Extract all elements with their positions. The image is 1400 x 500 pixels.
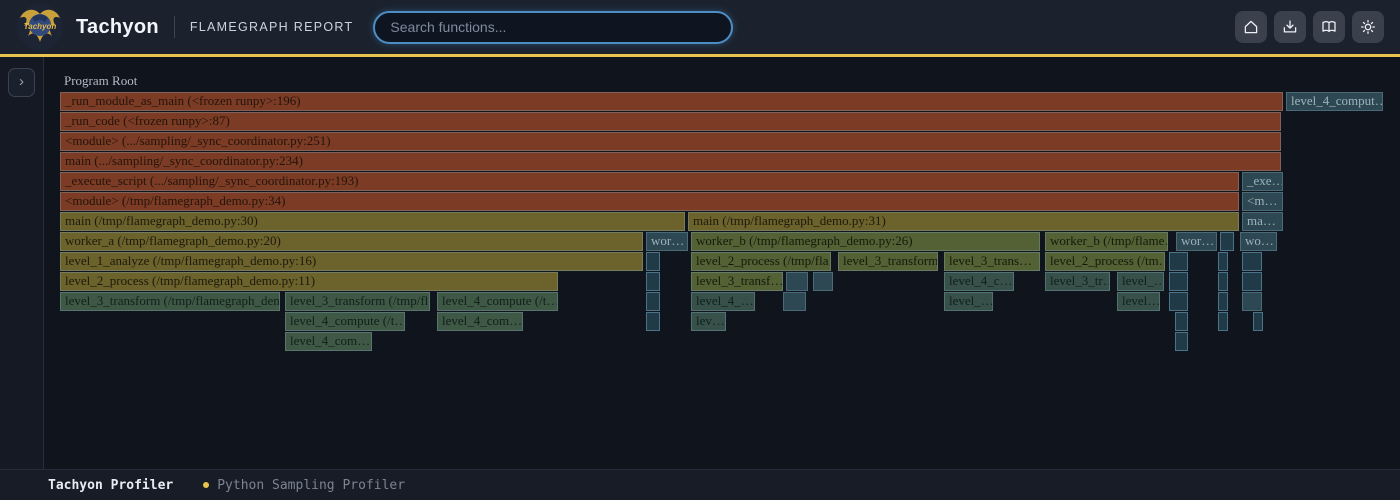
flame-bar[interactable]: level_3_transform (/tmp/fl… (285, 292, 430, 311)
flame-bar[interactable]: main (.../sampling/_sync_coordinator.py:… (60, 152, 1281, 171)
flame-bar[interactable] (1175, 312, 1188, 331)
flame-bar[interactable] (1242, 252, 1262, 271)
flame-bar[interactable] (1242, 272, 1262, 291)
header-divider (174, 16, 175, 38)
flame-bar[interactable] (1169, 252, 1188, 271)
home-icon (1242, 18, 1260, 36)
tachyon-logo-icon: Tachyon (16, 3, 64, 51)
chevron-right-icon: › (19, 73, 24, 90)
flame-bar[interactable] (1220, 232, 1234, 251)
flame-bar[interactable] (646, 292, 660, 311)
flame-bar[interactable]: level_2_process (/tmp/flamegraph_demo.py… (60, 272, 558, 291)
flame-bar[interactable]: level_2_process (/tmp/fla… (691, 252, 831, 271)
flame-bar[interactable]: wo… (1240, 232, 1277, 251)
flame-bar[interactable] (1242, 292, 1262, 311)
flame-bar[interactable] (786, 272, 808, 291)
flame-bar[interactable]: <module> (/tmp/flamegraph_demo.py:34) (60, 192, 1239, 211)
flame-bar[interactable]: level_4_… (691, 292, 755, 311)
flame-bar[interactable]: _run_module_as_main (<frozen runpy>:196) (60, 92, 1283, 111)
flame-bar[interactable] (783, 292, 806, 311)
sidebar-expand-button[interactable]: › (8, 68, 35, 97)
flame-bar[interactable]: level_4_comput… (1286, 92, 1383, 111)
flame-bar[interactable] (646, 272, 660, 291)
flame-bar[interactable]: level_… (944, 292, 993, 311)
flame-bar[interactable]: main (/tmp/flamegraph_demo.py:30) (60, 212, 685, 231)
flame-bar[interactable] (1175, 332, 1188, 351)
flame-bar[interactable]: ma… (1242, 212, 1283, 231)
flame-bar[interactable]: level_3_transform… (838, 252, 938, 271)
flame-bar[interactable] (1253, 312, 1263, 331)
status-dot-icon (203, 482, 209, 488)
flame-bar[interactable]: level_2_process (/tm… (1045, 252, 1165, 271)
app-header: Tachyon Tachyon FLAMEGRAPH REPORT (0, 0, 1400, 54)
flame-bar[interactable] (1169, 272, 1188, 291)
book-icon (1320, 18, 1338, 36)
flame-bar[interactable] (813, 272, 833, 291)
flame-bar[interactable] (1218, 292, 1228, 311)
flamegraph-canvas: Program Root _run_module_as_main (<froze… (44, 57, 1400, 470)
flame-bar[interactable]: <m… (1242, 192, 1283, 211)
flame-bar[interactable]: level_4_com… (285, 332, 372, 351)
flame-bar[interactable]: _execute_script (.../sampling/_sync_coor… (60, 172, 1239, 191)
flame-bar[interactable]: level_3_transf… (691, 272, 783, 291)
flame-bar[interactable]: level_… (1117, 272, 1164, 291)
status-subtitle: Python Sampling Profiler (217, 478, 405, 493)
flame-bar[interactable]: worker_b (/tmp/flamegraph_demo.py:26) (691, 232, 1040, 251)
flame-bar[interactable]: level_3_trans… (944, 252, 1040, 271)
brightness-icon (1359, 18, 1377, 36)
flame-bar[interactable] (1169, 292, 1188, 311)
flame-bar[interactable] (646, 312, 660, 331)
status-bar: Tachyon Profiler Python Sampling Profile… (0, 469, 1400, 500)
app-title: Tachyon (76, 16, 159, 39)
header-accent-line (0, 54, 1400, 57)
collapsed-sidebar: › (0, 57, 44, 470)
flame-bar[interactable]: level_3_tr… (1045, 272, 1110, 291)
flame-bar[interactable]: wor… (646, 232, 688, 251)
download-icon (1281, 18, 1299, 36)
flame-bar[interactable]: _run_code (<frozen runpy>:87) (60, 112, 1281, 131)
theme-toggle-button[interactable] (1352, 11, 1384, 43)
flame-bar[interactable]: level_4_compute (/t… (437, 292, 558, 311)
flame-bar[interactable]: main (/tmp/flamegraph_demo.py:31) (688, 212, 1239, 231)
flame-bar[interactable]: wor… (1176, 232, 1217, 251)
docs-button[interactable] (1313, 11, 1345, 43)
flame-bar[interactable]: level_3_transform (/tmp/flamegraph_dem… (60, 292, 280, 311)
flame-bar[interactable]: _exe… (1242, 172, 1283, 191)
status-app-name: Tachyon Profiler (48, 478, 173, 493)
flamegraph-root-label: Program Root (64, 73, 137, 89)
flame-bar[interactable]: worker_a (/tmp/flamegraph_demo.py:20) (60, 232, 643, 251)
flame-bar[interactable]: worker_b (/tmp/flame… (1045, 232, 1168, 251)
flame-bar[interactable]: <module> (.../sampling/_sync_coordinator… (60, 132, 1281, 151)
report-type-label: FLAMEGRAPH REPORT (190, 20, 354, 34)
toolbar (1235, 11, 1384, 43)
flame-bar[interactable]: lev… (691, 312, 726, 331)
logo-text: Tachyon (24, 22, 57, 31)
home-button[interactable] (1235, 11, 1267, 43)
flame-bar[interactable] (646, 252, 660, 271)
flame-bar[interactable]: level… (1117, 292, 1160, 311)
flame-bar[interactable] (1218, 272, 1228, 291)
flame-bar[interactable] (1218, 252, 1228, 271)
download-button[interactable] (1274, 11, 1306, 43)
flame-bar[interactable]: level_1_analyze (/tmp/flamegraph_demo.py… (60, 252, 643, 271)
flame-bar[interactable] (1218, 312, 1228, 331)
flame-bar[interactable]: level_4_com… (437, 312, 523, 331)
search-input[interactable] (373, 11, 733, 44)
flame-bar[interactable]: level_4_c… (944, 272, 1014, 291)
flame-bar[interactable]: level_4_compute (/t… (285, 312, 405, 331)
